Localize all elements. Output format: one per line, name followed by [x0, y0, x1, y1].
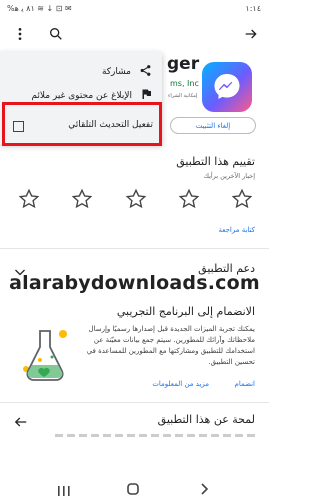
beta-illustration [16, 325, 74, 385]
menu-item-report-label: الإبلاغ عن محتوى غير ملائم [31, 90, 132, 101]
app-name: ger [167, 54, 200, 74]
status-bar: %٨١ ﯾ ﮬ ≋ ↓ ⊡ ✉ ١:١٤ [0, 0, 269, 18]
arrow-right-icon[interactable] [241, 24, 261, 44]
messenger-icon [214, 74, 240, 99]
top-app-bar [0, 18, 269, 50]
status-time: ١:١٤ [245, 4, 261, 13]
share-icon [139, 64, 152, 80]
menu-item-report[interactable]: الإبلاغ عن محتوى غير ملائم [31, 88, 152, 103]
rating-title: تقييم هذا التطبيق [176, 155, 255, 168]
app-purchase-note: إمكانية الشراء [168, 93, 198, 99]
system-nav-bar [0, 472, 269, 500]
status-indicators: %٨١ ﯾ ﮬ ≋ ↓ ⊡ ✉ [7, 4, 72, 13]
app-developer[interactable]: ms, Inc [170, 79, 210, 88]
write-review-link[interactable]: كتابة مراجعة [218, 226, 255, 234]
rating-stars [18, 188, 253, 210]
uninstall-button[interactable]: إلغاء التثبيت [170, 117, 256, 134]
about-text-preview [55, 434, 255, 437]
auto-update-label[interactable]: تفعيل التحديث التلقائي [68, 120, 153, 130]
more-info-link[interactable]: مزيد من المعلومات [152, 380, 209, 388]
star-icon[interactable] [231, 188, 253, 210]
home-icon[interactable] [127, 480, 139, 499]
beta-description: يمكنك تجربة الميزات الجديدة قبل إصدارها … [86, 325, 255, 366]
auto-update-checkbox[interactable] [13, 121, 24, 132]
search-icon[interactable] [46, 24, 66, 44]
menu-item-share-label: مشاركة [101, 67, 131, 77]
star-icon[interactable] [178, 188, 200, 210]
star-icon[interactable] [71, 188, 93, 210]
divider [0, 248, 269, 249]
star-icon[interactable] [18, 188, 40, 210]
about-title: لمحة عن هذا التطبيق [157, 413, 255, 426]
arrow-left-icon[interactable] [14, 413, 28, 432]
watermark-text: alarabydownloads.com [9, 272, 260, 294]
star-icon[interactable] [125, 188, 147, 210]
join-beta-link[interactable]: انضمام [235, 380, 255, 388]
flag-icon [140, 88, 152, 103]
recent-apps-icon[interactable] [58, 481, 70, 500]
beta-title: الانضمام إلى البرنامج التجريبي [116, 305, 255, 318]
rating-subtitle: إخبار الآخرين برأيك [203, 172, 255, 180]
more-vert-icon[interactable] [10, 24, 30, 44]
back-icon[interactable] [200, 480, 209, 499]
menu-item-share[interactable]: مشاركة [102, 64, 152, 80]
divider [0, 402, 269, 403]
